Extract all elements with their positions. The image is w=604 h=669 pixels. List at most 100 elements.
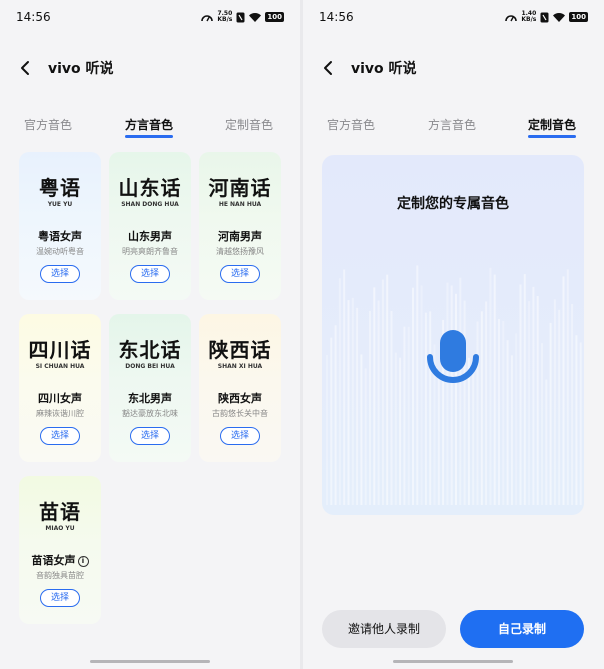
voice-name-row: 苗语女声 i <box>19 552 101 568</box>
info-icon[interactable]: i <box>77 556 89 567</box>
waveform-bar <box>386 274 389 505</box>
voice-description: 古韵悠长关中音 <box>212 409 268 418</box>
tab-official[interactable]: 官方音色 <box>24 116 72 133</box>
voice-description: 音韵独具苗腔 <box>36 571 84 580</box>
voice-description: 麻辣诙谐川腔 <box>36 409 84 418</box>
select-button[interactable]: 选择 <box>40 427 80 445</box>
tab-bar: 官方音色 方言音色 定制音色 <box>0 116 300 140</box>
back-arrow-icon[interactable] <box>319 58 339 78</box>
speedometer-icon <box>505 15 518 22</box>
page-title: vivo 听说 <box>48 61 114 77</box>
invite-record-button[interactable]: 邀请他人录制 <box>322 610 446 648</box>
voice-card-shandong[interactable]: 山东话 SHAN DONG HUA 山东男声 明亮爽朗齐鲁音 选择 <box>109 152 191 300</box>
voice-name: 苗语女声 <box>31 554 76 567</box>
waveform-bar <box>334 325 337 505</box>
waveform-bar <box>562 276 565 505</box>
network-speed: 7.50 KB/s <box>217 11 232 23</box>
waveform-bar <box>506 340 509 505</box>
waveform-bar <box>360 354 363 505</box>
waveform-bar <box>407 326 410 505</box>
custom-voice-screen: 14:56 1.40 KB/s 100 vivo 听说 官方音色 方言音色 定制音… <box>303 0 604 669</box>
voice-card-cantonese[interactable]: 粤语 YUE YU 粤语女声 温婉动听粤音 选择 <box>19 152 101 300</box>
select-button[interactable]: 选择 <box>220 265 260 283</box>
waveform-bar <box>489 267 492 505</box>
waveform-bar <box>571 303 574 505</box>
battery-indicator: 100 <box>265 12 284 22</box>
dialect-calligraphy: 粤语 <box>39 176 81 200</box>
waveform-bar <box>394 352 397 505</box>
voice-name: 河南男声 <box>218 230 262 243</box>
voice-description: 温婉动听粤音 <box>36 247 84 256</box>
waveform-bar <box>330 337 333 505</box>
wifi-icon <box>553 13 566 22</box>
wifi-icon <box>249 13 262 22</box>
network-speed: 1.40 KB/s <box>521 11 536 23</box>
dialect-pinyin: HE NAN HUA <box>218 201 262 208</box>
select-button[interactable]: 选择 <box>130 265 170 283</box>
status-bar: 14:56 7.50 KB/s 100 <box>16 10 284 26</box>
voice-card-henan[interactable]: 河南话 HE NAN HUA 河南男声 清越悠扬豫风 选择 <box>199 152 281 300</box>
waveform-bar <box>412 287 414 505</box>
voice-card-miao[interactable]: 苗语 MIAO YU 苗语女声 i 音韵独具苗腔 选择 <box>19 476 101 624</box>
voice-name: 东北男声 <box>128 392 172 405</box>
dialect-voices-screen: 14:56 7.50 KB/s 100 vivo 听说 官方音色 方言音色 定制音… <box>0 0 300 669</box>
home-indicator[interactable] <box>90 660 210 663</box>
dialect-pinyin: DONG BEI HUA <box>125 363 175 370</box>
voice-card-shaanxi[interactable]: 陕西话 SHAN XI HUA 陕西女声 古韵悠长关中音 选择 <box>199 314 281 462</box>
voice-name: 陕西女声 <box>218 392 262 405</box>
waveform-bar <box>485 301 488 505</box>
tab-dialect[interactable]: 方言音色 <box>428 116 476 133</box>
waveform-bar <box>549 322 552 505</box>
waveform-bar <box>364 368 367 505</box>
voice-name: 山东男声 <box>128 230 172 243</box>
select-button[interactable]: 选择 <box>40 589 80 607</box>
status-time: 14:56 <box>319 10 354 24</box>
waveform-bar <box>390 310 393 505</box>
status-bar: 14:56 1.40 KB/s 100 <box>319 10 588 26</box>
custom-voice-panel: 定制您的专属音色 <box>322 155 584 515</box>
waveform-bar <box>498 318 500 505</box>
waveform-bar <box>347 300 350 505</box>
home-indicator[interactable] <box>393 660 513 663</box>
waveform-bar <box>338 278 341 505</box>
nfc-icon <box>236 12 245 22</box>
waveform-bar <box>575 335 578 505</box>
waveform-bar <box>502 320 505 505</box>
microphone-icon[interactable] <box>423 327 483 397</box>
waveform-bar <box>515 333 518 505</box>
waveform-bar <box>566 269 569 505</box>
waveform-bar <box>381 279 384 505</box>
select-button[interactable]: 选择 <box>220 427 260 445</box>
waveform-bar <box>377 300 380 505</box>
waveform-bar <box>553 299 556 505</box>
waveform-bar <box>369 310 371 505</box>
nfc-icon <box>540 12 549 22</box>
waveform-bar <box>416 265 419 505</box>
waveform-bar <box>523 274 526 505</box>
tab-official[interactable]: 官方音色 <box>327 116 375 133</box>
tab-dialect[interactable]: 方言音色 <box>125 116 174 138</box>
select-button[interactable]: 选择 <box>130 427 170 445</box>
dialect-calligraphy: 山东话 <box>118 176 182 200</box>
voice-name: 粤语女声 <box>38 230 82 243</box>
dialect-calligraphy: 苗语 <box>39 500 81 524</box>
tab-custom[interactable]: 定制音色 <box>225 116 273 133</box>
waveform-bar <box>403 326 406 505</box>
voice-card-dongbei[interactable]: 东北话 DONG BEI HUA 东北男声 豁达豪放东北味 选择 <box>109 314 191 462</box>
status-time: 14:56 <box>16 10 51 24</box>
waveform-bar <box>455 293 457 505</box>
custom-voice-title: 定制您的专属音色 <box>397 196 509 212</box>
waveform-bar <box>579 342 582 505</box>
voice-name: 四川女声 <box>38 392 82 405</box>
waveform-bar <box>541 343 543 505</box>
back-arrow-icon[interactable] <box>16 58 36 78</box>
voice-card-sichuan[interactable]: 四川话 SI CHUAN HUA 四川女声 麻辣诙谐川腔 选择 <box>19 314 101 462</box>
tab-custom[interactable]: 定制音色 <box>528 116 577 138</box>
dialect-calligraphy: 四川话 <box>28 338 92 362</box>
waveform-bar <box>510 355 513 505</box>
waveform-bar <box>536 295 539 505</box>
dialect-calligraphy: 东北话 <box>118 338 182 362</box>
speed-unit: KB/s <box>521 16 537 23</box>
self-record-button[interactable]: 自己录制 <box>460 610 584 648</box>
select-button[interactable]: 选择 <box>40 265 80 283</box>
